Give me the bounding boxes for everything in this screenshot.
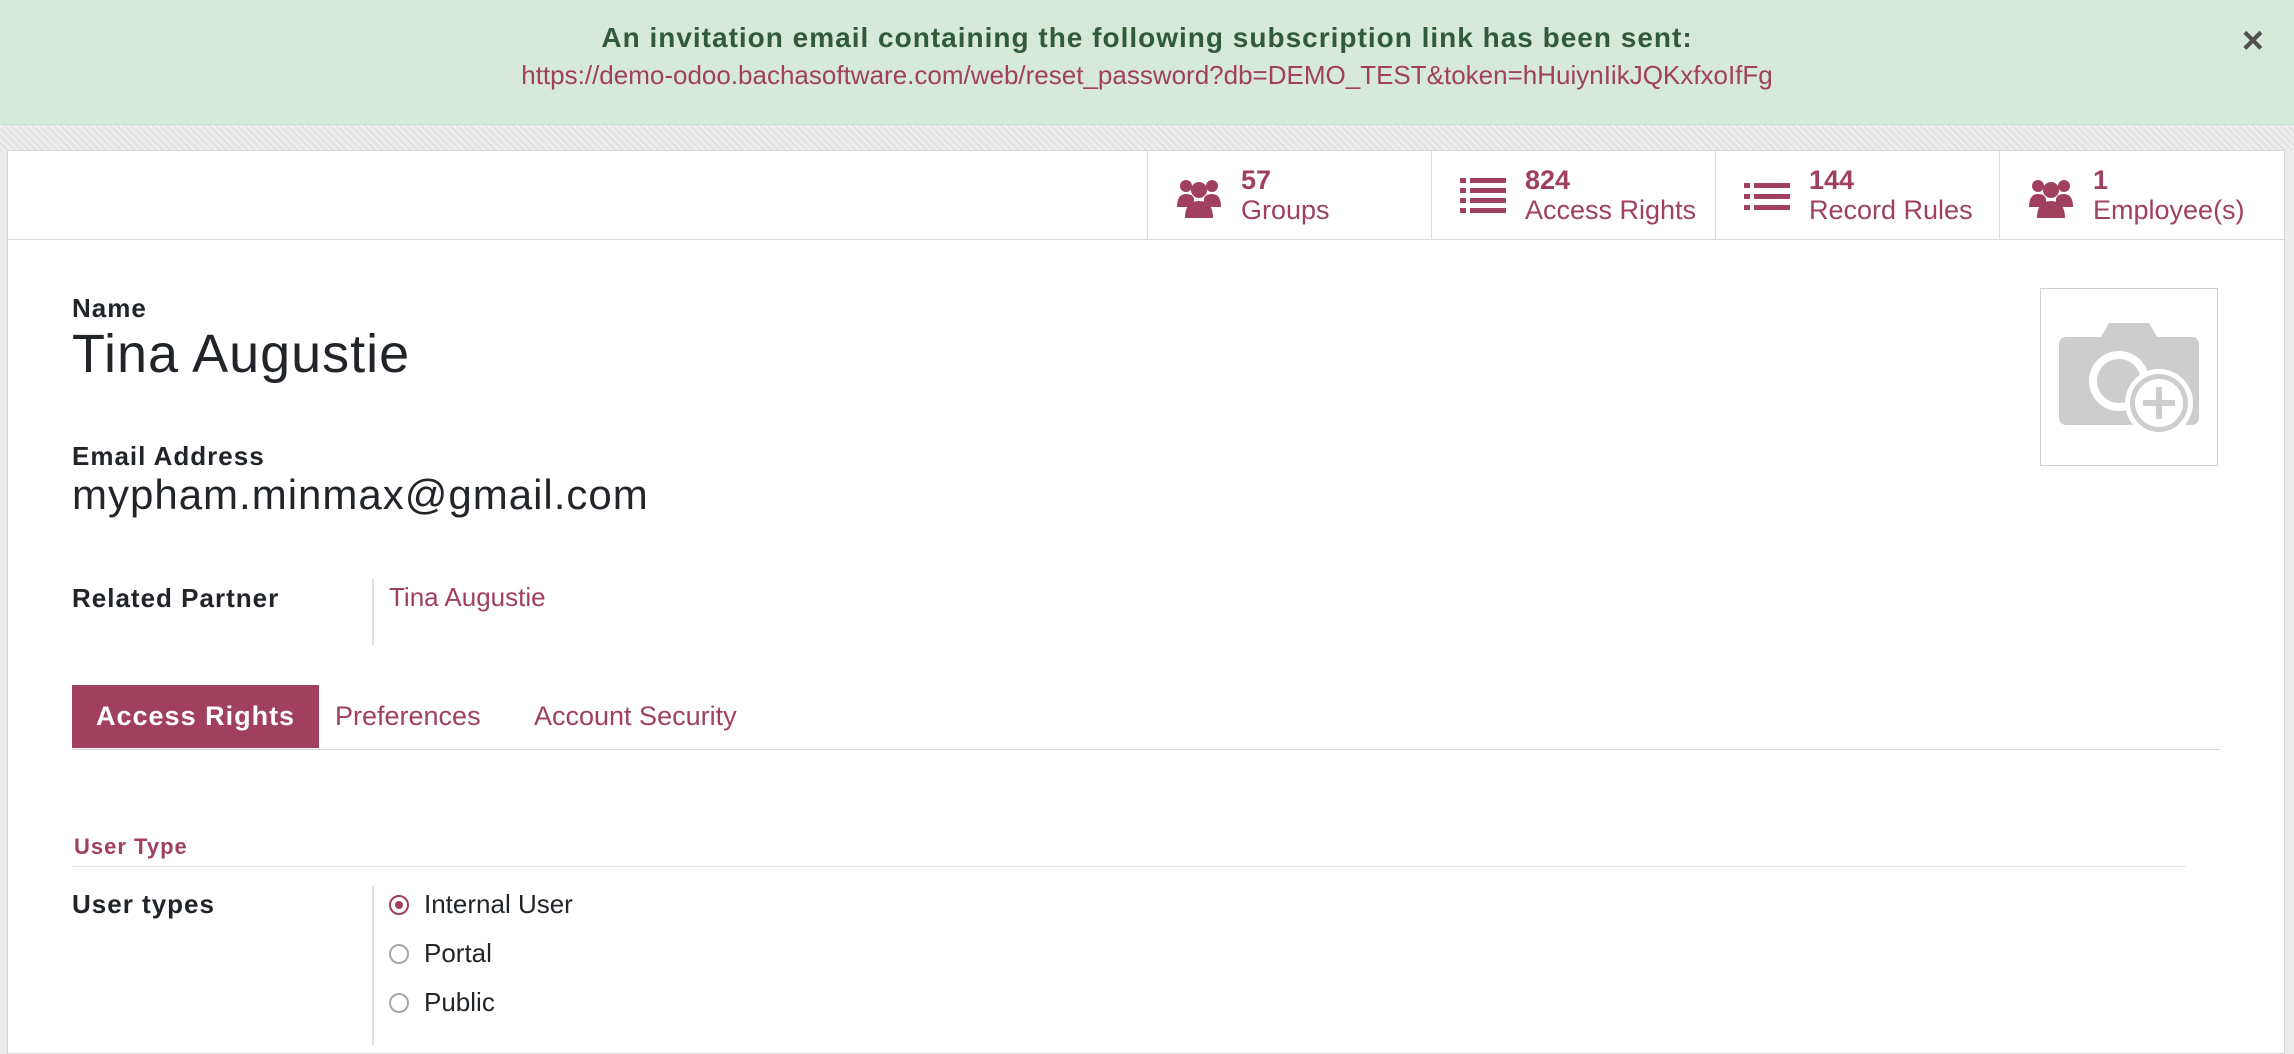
camera-plus-icon [2059,323,2199,437]
name-label: Name [72,293,147,323]
user-types-divider [372,885,374,1045]
groups-count: 57 [1241,165,1272,195]
user-form-sheet: 57 Groups 824 Access Rights 144 Record R… [7,150,2285,1054]
access-rights-stat-button[interactable]: 824 Access Rights [1431,151,1715,239]
notebook-tabs: Access Rights Preferences Account Securi… [72,685,2220,750]
radio-button[interactable] [389,993,409,1013]
radio-label-portal: Portal [424,938,492,968]
radio-button-selected[interactable] [389,895,409,915]
groups-label: Groups [1241,195,1330,225]
tab-access-rights[interactable]: Access Rights [72,685,320,748]
avatar-upload[interactable] [2040,288,2218,466]
name-field[interactable]: Tina Augustie [72,323,410,385]
list-icon [1460,178,1506,213]
record-rules-label: Record Rules [1809,195,1973,225]
employees-stat-button[interactable]: 1 Employee(s) [1999,151,2283,239]
radio-label-internal-user: Internal User [424,889,573,919]
stat-button-box: 57 Groups 824 Access Rights 144 Record R… [8,151,2284,240]
users-icon [1177,180,1221,218]
alert-message: An invitation email containing the follo… [601,22,1693,53]
invitation-alert: An invitation email containing the follo… [0,0,2294,125]
access-rights-count: 824 [1525,165,1571,195]
list-icon [1744,183,1790,210]
employees-label: Employee(s) [2093,195,2245,225]
section-separator [72,866,2186,867]
employees-count: 1 [2093,165,2109,195]
tab-preferences[interactable]: Preferences [335,685,481,748]
reset-password-link[interactable]: https://demo-odoo.bachasoftware.com/web/… [0,60,2294,91]
users-icon [2029,180,2073,218]
related-partner-link[interactable]: Tina Augustie [389,582,546,613]
groups-stat-button[interactable]: 57 Groups [1147,151,1431,239]
partner-divider [372,579,374,645]
email-label: Email Address [72,441,265,471]
tab-account-security[interactable]: Account Security [534,685,737,748]
radio-label-public: Public [424,987,495,1017]
radio-button[interactable] [389,944,409,964]
close-icon[interactable]: × [2242,22,2264,60]
partner-label: Related Partner [72,583,280,613]
section-title-user-type: User Type [74,834,188,859]
background-stripe [0,125,2294,151]
access-rights-label: Access Rights [1525,195,1697,225]
email-field[interactable]: mypham.minmax@gmail.com [72,471,649,519]
record-rules-stat-button[interactable]: 144 Record Rules [1715,151,1999,239]
user-types-label: User types [72,889,215,919]
record-rules-count: 144 [1809,165,1855,195]
